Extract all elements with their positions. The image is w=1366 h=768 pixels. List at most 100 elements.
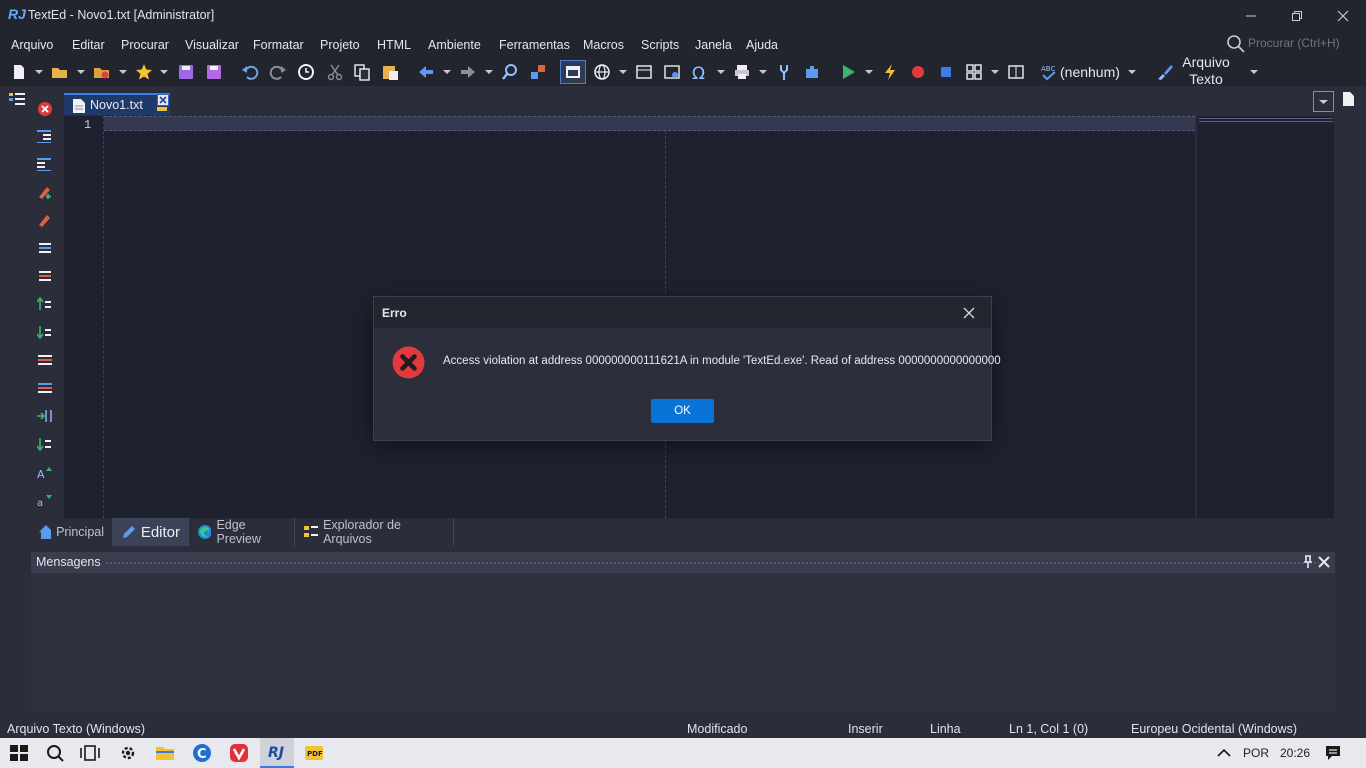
sync-icon[interactable] xyxy=(529,63,547,81)
zoom-icon[interactable] xyxy=(501,63,519,81)
file-explorer-taskbar-icon[interactable] xyxy=(155,743,175,763)
dialog-close-button[interactable] xyxy=(954,302,984,324)
status-file-type[interactable]: Arquivo Texto (Windows) xyxy=(7,722,145,736)
toggle-panel-button[interactable] xyxy=(560,60,586,84)
close-tab-button[interactable] xyxy=(157,94,169,106)
forward-arrow-icon[interactable] xyxy=(459,63,477,81)
language-indicator[interactable]: POR xyxy=(1243,746,1269,760)
browser-dropdown[interactable] xyxy=(619,70,627,74)
document-tab[interactable]: Novo1.txt xyxy=(64,93,170,115)
settings-gear-icon[interactable] xyxy=(118,743,138,763)
filetype-dropdown-arrow[interactable] xyxy=(1250,70,1258,74)
syntax-select[interactable]: (nenhum) xyxy=(1060,64,1120,80)
tools-icon[interactable] xyxy=(775,63,793,81)
plugin-icon[interactable] xyxy=(803,63,821,81)
view-tab-edge-preview[interactable]: Edge Preview xyxy=(189,518,295,546)
globe-icon[interactable] xyxy=(593,63,611,81)
indent-icon[interactable] xyxy=(37,129,53,143)
status-insert-mode[interactable]: Inserir xyxy=(848,722,883,736)
new-file-icon[interactable] xyxy=(10,63,28,81)
stop-icon[interactable] xyxy=(937,63,955,81)
menu-editar[interactable]: Editar xyxy=(72,38,105,52)
spellcheck-icon[interactable]: ABC xyxy=(1040,63,1058,81)
grid-icon[interactable] xyxy=(965,63,983,81)
task-view-icon[interactable] xyxy=(80,743,100,763)
save-all-icon[interactable] xyxy=(205,63,223,81)
lightning-icon[interactable] xyxy=(881,63,899,81)
favorites-dropdown[interactable] xyxy=(119,70,127,74)
insert-line-icon[interactable] xyxy=(37,241,53,255)
print-dropdown[interactable] xyxy=(759,70,767,74)
move-down-icon[interactable] xyxy=(37,325,53,339)
menu-macros[interactable]: Macros xyxy=(583,38,624,52)
star-icon[interactable] xyxy=(135,63,153,81)
tab-list-dropdown[interactable] xyxy=(1313,91,1334,112)
columns-icon[interactable] xyxy=(1007,63,1025,81)
delete-line-icon[interactable] xyxy=(37,269,53,283)
run-dropdown[interactable] xyxy=(865,70,873,74)
menu-procurar[interactable]: Procurar xyxy=(121,38,169,52)
menu-arquivo[interactable]: Arquivo xyxy=(11,38,53,52)
close-panel-icon[interactable] xyxy=(1318,556,1330,568)
print-icon[interactable] xyxy=(733,63,751,81)
view-tab-file-explorer[interactable]: Explorador de Arquivos xyxy=(295,518,454,546)
favorites-folder-icon[interactable] xyxy=(93,63,111,81)
minimize-button[interactable] xyxy=(1228,0,1274,32)
ccleaner-icon[interactable]: C xyxy=(192,743,212,763)
run-icon[interactable] xyxy=(839,63,857,81)
windows-start-icon[interactable] xyxy=(9,743,29,763)
panel-drag-handle[interactable] xyxy=(105,561,1319,565)
search-taskbar-icon[interactable] xyxy=(45,743,65,763)
comment-icon[interactable] xyxy=(37,353,53,367)
record-icon[interactable] xyxy=(909,63,927,81)
menu-projeto[interactable]: Projeto xyxy=(320,38,360,52)
sort-icon[interactable] xyxy=(37,437,53,451)
symbols-dropdown[interactable] xyxy=(717,70,725,74)
texted-taskbar-button[interactable]: RJ xyxy=(260,738,294,768)
filetype-select[interactable]: Arquivo Texto xyxy=(1176,54,1236,88)
unindent-icon[interactable] xyxy=(37,157,53,171)
search-box[interactable] xyxy=(1226,34,1366,54)
back-arrow-icon[interactable] xyxy=(417,63,435,81)
undo-icon[interactable] xyxy=(241,63,259,81)
restore-button[interactable] xyxy=(1274,0,1320,32)
close-window-button[interactable] xyxy=(1320,0,1366,32)
lowercase-icon[interactable]: a xyxy=(37,493,53,507)
menu-formatar[interactable]: Formatar xyxy=(253,38,304,52)
menu-ajuda[interactable]: Ajuda xyxy=(746,38,778,52)
open-dropdown[interactable] xyxy=(77,70,85,74)
brush-icon[interactable] xyxy=(1156,63,1174,81)
new-file-dropdown[interactable] xyxy=(35,70,43,74)
wrap-bracket-icon[interactable] xyxy=(37,409,53,423)
menu-ferramentas[interactable]: Ferramentas xyxy=(499,38,570,52)
back-dropdown[interactable] xyxy=(443,70,451,74)
redo-icon[interactable] xyxy=(269,63,287,81)
menu-visualizar[interactable]: Visualizar xyxy=(185,38,239,52)
bookmark-icon[interactable] xyxy=(37,213,53,227)
status-position[interactable]: Ln 1, Col 1 (0) xyxy=(1009,722,1088,736)
status-encoding[interactable]: Europeu Ocidental (Windows) xyxy=(1131,722,1297,736)
pdf-app-icon[interactable]: PDF xyxy=(304,743,324,763)
preview-window-icon[interactable] xyxy=(663,63,681,81)
view-tab-principal[interactable]: Principal xyxy=(30,518,113,546)
new-document-icon[interactable] xyxy=(1342,91,1356,107)
syntax-dropdown-arrow[interactable] xyxy=(1128,70,1136,74)
star-dropdown[interactable] xyxy=(160,70,168,74)
menu-scripts[interactable]: Scripts xyxy=(641,38,679,52)
menu-ambiente[interactable]: Ambiente xyxy=(428,38,481,52)
forward-dropdown[interactable] xyxy=(485,70,493,74)
layout-dropdown[interactable] xyxy=(991,70,999,74)
open-folder-icon[interactable] xyxy=(51,63,69,81)
minimap[interactable] xyxy=(1197,116,1334,518)
history-clock-icon[interactable] xyxy=(297,63,315,81)
search-input[interactable] xyxy=(1248,35,1364,51)
copy-icon[interactable] xyxy=(353,63,371,81)
sidebar-toggle-icon[interactable] xyxy=(8,91,26,109)
uppercase-icon[interactable]: A xyxy=(37,465,53,479)
chevron-up-icon[interactable] xyxy=(1216,745,1232,761)
notifications-icon[interactable] xyxy=(1324,744,1342,762)
uncomment-icon[interactable] xyxy=(37,381,53,395)
vivaldi-icon[interactable] xyxy=(229,743,249,763)
ok-button[interactable]: OK xyxy=(651,399,714,423)
clock[interactable]: 20:26 xyxy=(1280,746,1310,760)
